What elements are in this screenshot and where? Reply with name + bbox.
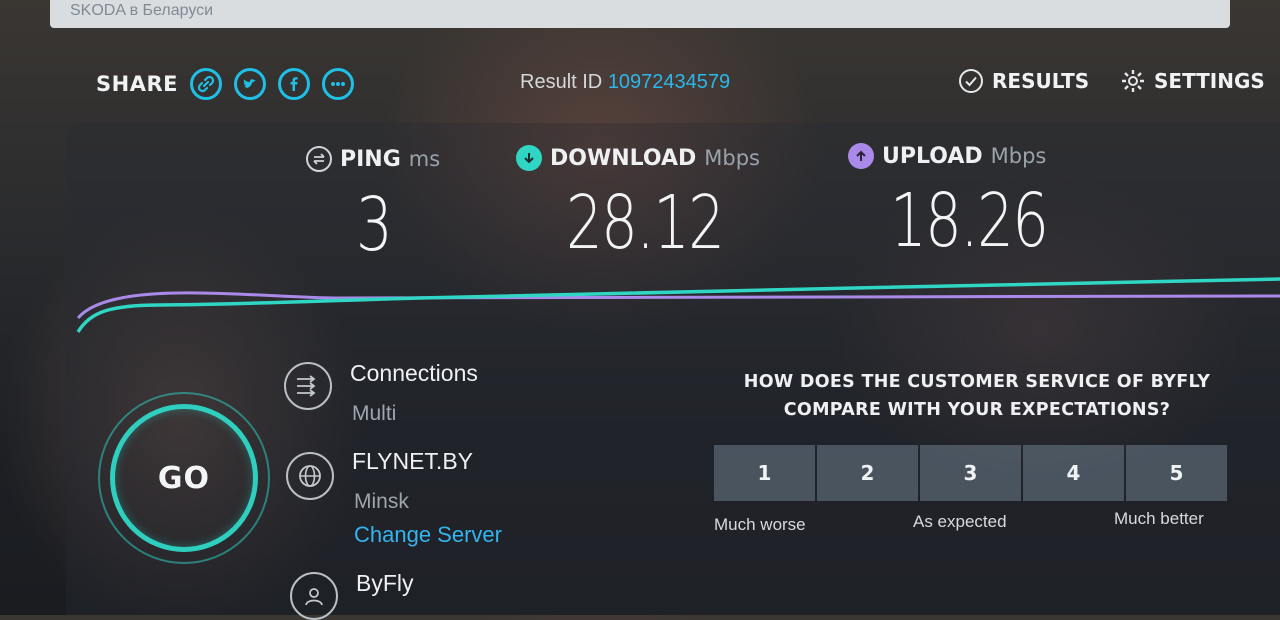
rating-low-label: Much worse: [714, 515, 806, 534]
go-label: GO: [157, 460, 211, 496]
rating-mid-label: As expected: [913, 512, 1007, 531]
rating-option-1[interactable]: 1: [714, 445, 815, 501]
connections-icon: [284, 362, 332, 410]
rating-scale: 1 2 3 4 5: [714, 445, 1229, 501]
rating-option-4[interactable]: 4: [1023, 445, 1124, 501]
connections-title: Connections: [350, 360, 478, 386]
rating-high-label: Much better: [1114, 509, 1204, 528]
survey-question: HOW DOES THE CUSTOMER SERVICE OF BYFLY C…: [743, 372, 1211, 420]
provider-name: ByFly: [356, 570, 414, 596]
user-icon: [290, 572, 338, 620]
upload-speed-line: [76, 291, 1280, 320]
server-location: Minsk: [354, 490, 409, 513]
rating-option-2[interactable]: 2: [817, 445, 918, 501]
rating-option-3[interactable]: 3: [920, 445, 1021, 501]
globe-icon: [286, 452, 334, 500]
connections-mode[interactable]: Multi: [352, 402, 396, 426]
server-name: FLYNET.BY: [352, 448, 473, 474]
rating-option-5[interactable]: 5: [1126, 445, 1227, 501]
change-server-link[interactable]: Change Server: [354, 522, 502, 548]
go-button[interactable]: GO: [110, 404, 258, 552]
download-speed-line: [76, 277, 1280, 333]
